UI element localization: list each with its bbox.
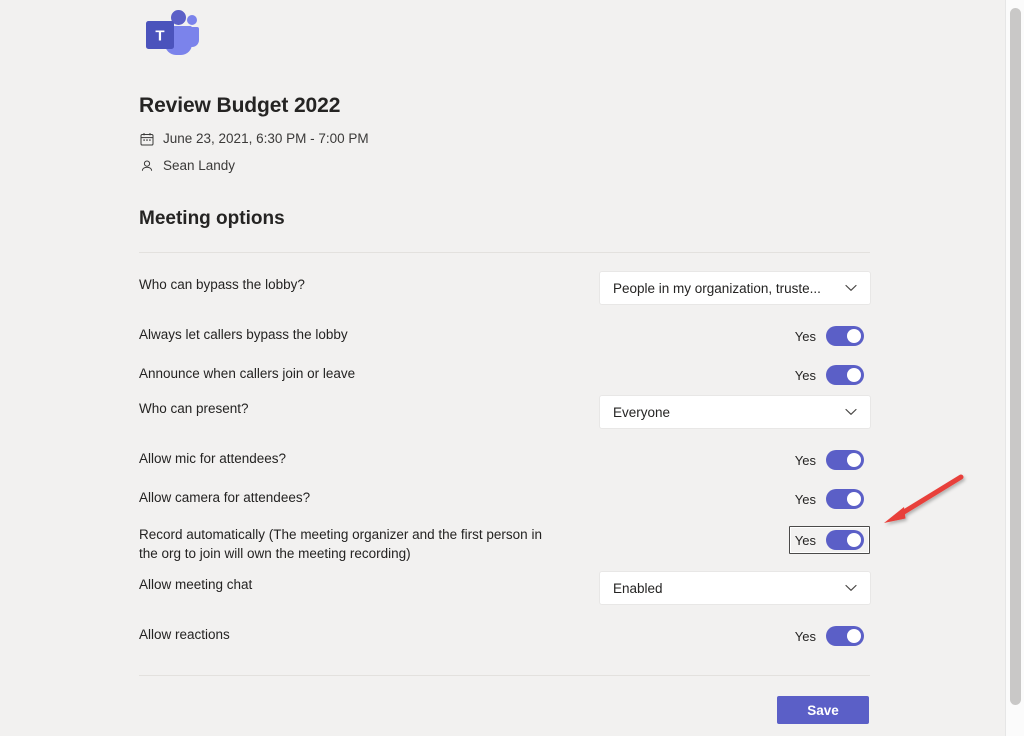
footer-divider [139,675,870,676]
save-button[interactable]: Save [777,696,869,724]
announce-callers-toggle-group[interactable]: Yes [789,361,870,389]
meeting-chat-dropdown[interactable]: Enabled [600,572,870,604]
toggle-state-label: Yes [794,452,816,468]
option-control: Yes [594,361,870,389]
option-label: Who can present? [139,401,249,416]
option-control: Everyone [594,396,870,428]
option-row-announce-callers: Announce when callers join or leave Yes [139,361,870,389]
person-icon [139,158,154,173]
allow-reactions-toggle[interactable] [826,626,864,646]
allow-reactions-toggle-group[interactable]: Yes [789,622,870,650]
meeting-options-page: T Review Budget 2022 June 23, 2021, 6:30… [0,0,1024,736]
who-can-present-dropdown[interactable]: Everyone [600,396,870,428]
option-row-allow-camera: Allow camera for attendees? Yes [139,485,870,513]
callers-bypass-toggle[interactable] [826,326,864,346]
meeting-title: Review Budget 2022 [139,94,341,117]
toggle-knob [847,453,861,467]
vertical-scrollbar[interactable] [1005,0,1024,736]
chevron-down-icon [844,284,858,292]
section-divider-top [139,252,870,253]
option-control: People in my organization, truste... [594,272,870,304]
option-control: Yes [559,522,870,554]
option-label: Record automatically (The meeting organi… [139,527,542,561]
callers-bypass-toggle-group[interactable]: Yes [789,322,870,350]
option-label: Allow reactions [139,627,230,642]
dropdown-value: Enabled [613,580,663,596]
option-control: Enabled [594,572,870,604]
toggle-state-label: Yes [794,532,816,548]
allow-mic-toggle-group[interactable]: Yes [789,446,870,474]
meeting-organizer-row: Sean Landy [139,158,235,173]
toggle-knob [847,492,861,506]
dropdown-value: Everyone [613,404,671,420]
option-row-meeting-chat: Allow meeting chat Enabled [139,572,870,604]
option-control: Yes [594,622,870,650]
section-heading: Meeting options [139,208,285,229]
toggle-state-label: Yes [794,628,816,644]
option-control: Yes [594,485,870,513]
calendar-icon [139,131,154,146]
meeting-organizer: Sean Landy [163,158,236,173]
dropdown-value: People in my organization, truste... [613,280,821,296]
option-control: Yes [594,322,870,350]
toggle-state-label: Yes [794,328,816,344]
option-label: Allow camera for attendees? [139,490,311,505]
option-label: Allow mic for attendees? [139,451,287,466]
scrollbar-thumb[interactable] [1010,8,1021,705]
allow-camera-toggle-group[interactable]: Yes [789,485,870,513]
chevron-down-icon [844,408,858,416]
option-label: Always let callers bypass the lobby [139,327,348,342]
svg-text:T: T [155,28,164,45]
option-label: Announce when callers join or leave [139,366,356,381]
option-row-record-automatically: Record automatically (The meeting organi… [139,522,870,563]
option-label: Allow meeting chat [139,577,253,592]
toggle-state-label: Yes [794,491,816,507]
record-automatically-toggle-group[interactable]: Yes [788,526,870,554]
option-row-allow-mic: Allow mic for attendees? Yes [139,446,870,474]
option-row-callers-bypass: Always let callers bypass the lobby Yes [139,322,870,350]
annotation-arrow-icon [884,474,964,523]
option-control: Yes [594,446,870,474]
meeting-datetime-row: June 23, 2021, 6:30 PM - 7:00 PM [139,131,369,146]
announce-callers-toggle[interactable] [826,365,864,385]
allow-mic-toggle[interactable] [826,450,864,470]
microsoft-teams-logo: T [140,8,204,58]
toggle-knob [847,329,861,343]
option-label: Who can bypass the lobby? [139,277,305,292]
lobby-bypass-dropdown[interactable]: People in my organization, truste... [600,272,870,304]
chevron-down-icon [844,584,858,592]
toggle-knob [847,533,861,547]
option-row-who-can-present: Who can present? Everyone [139,396,870,428]
toggle-knob [847,368,861,382]
allow-camera-toggle[interactable] [826,489,864,509]
meeting-datetime: June 23, 2021, 6:30 PM - 7:00 PM [163,131,369,146]
toggle-state-label: Yes [794,367,816,383]
option-row-allow-reactions: Allow reactions Yes [139,622,870,650]
toggle-knob [847,629,861,643]
record-automatically-toggle[interactable] [826,530,864,550]
option-row-lobby-bypass: Who can bypass the lobby? People in my o… [139,272,870,304]
